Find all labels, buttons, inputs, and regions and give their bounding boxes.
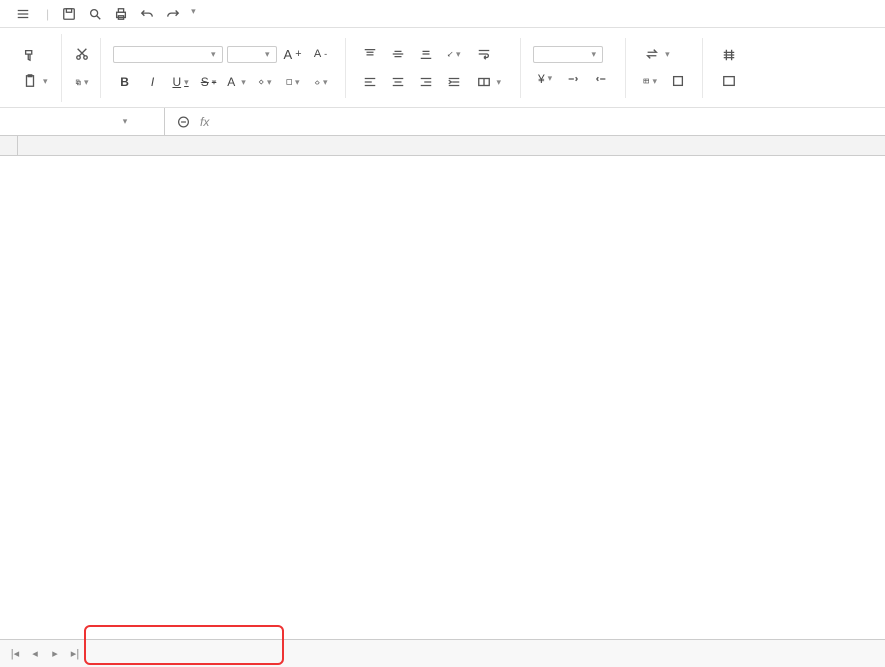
align-right-button[interactable] (414, 70, 438, 94)
align-center-button[interactable] (386, 70, 410, 94)
merge-button[interactable]: ▾ (470, 71, 509, 93)
number-format-select[interactable]: ▾ (533, 46, 603, 63)
print-icon[interactable] (113, 6, 129, 22)
cells-area[interactable] (18, 156, 885, 616)
align-top-button[interactable] (358, 42, 382, 66)
rowcol-button[interactable] (715, 44, 746, 66)
worksheet-button[interactable] (715, 70, 746, 92)
clear-format-button[interactable]: ▾ (309, 70, 333, 94)
wrap-text-button[interactable] (470, 43, 501, 65)
font-size-select[interactable]: ▾ (227, 46, 277, 63)
paste-button[interactable]: ▾ (16, 70, 55, 92)
indent-button[interactable] (442, 70, 466, 94)
scissors-icon (75, 47, 89, 61)
align-middle-button[interactable] (386, 42, 410, 66)
sheet-icon (722, 74, 736, 88)
strikethrough-button[interactable]: S▾ (197, 70, 221, 94)
name-box-dropdown[interactable]: ▾ (123, 116, 128, 127)
align-left-button[interactable] (358, 70, 382, 94)
convert-icon (645, 47, 659, 61)
border-icon (286, 75, 292, 89)
cell-reference-input[interactable] (37, 115, 117, 129)
column-headers (0, 136, 885, 156)
menu-bar: | ▾ (0, 0, 885, 28)
annotation-sheets (84, 625, 284, 665)
merge-icon (477, 75, 491, 89)
bold-button[interactable]: B (113, 70, 137, 94)
wrap-icon (477, 47, 491, 61)
sheet-nav-prev[interactable]: ◂ (26, 645, 44, 663)
font-name-select[interactable]: ▾ (113, 46, 223, 63)
formula-bar: ▾ fx (0, 108, 885, 136)
underline-button[interactable]: U▾ (169, 70, 193, 94)
clipboard-icon (23, 74, 37, 88)
formula-input[interactable] (219, 115, 873, 129)
decrease-font-button[interactable]: A- (309, 42, 333, 66)
menu-icon (16, 7, 30, 21)
decrease-decimal-button[interactable] (561, 67, 585, 91)
quick-access-toolbar: ▾ (53, 6, 204, 22)
fill-color-button[interactable]: ▾ (253, 70, 277, 94)
ribbon: ▾ ▾ ▾ ▾ A+ A- B I U▾ S▾ A▾ ▾ ▾ ▾ (0, 28, 885, 108)
format-painter-button[interactable] (16, 44, 55, 66)
spreadsheet-grid[interactable] (0, 136, 885, 616)
sheet-nav-first[interactable]: |◂ (6, 645, 24, 663)
print-preview-icon[interactable] (87, 6, 103, 22)
copy-button[interactable]: ▾ (70, 70, 94, 94)
select-all-corner[interactable] (0, 136, 18, 155)
align-bottom-button[interactable] (414, 42, 438, 66)
fx-icon[interactable]: fx (200, 115, 209, 129)
sheet-tab-bar: |◂ ◂ ▸ ▸| (0, 639, 885, 667)
increase-decimal-button[interactable] (589, 67, 613, 91)
save-icon[interactable] (61, 6, 77, 22)
increase-font-button[interactable]: A+ (281, 42, 305, 66)
sheet-nav-next[interactable]: ▸ (46, 645, 64, 663)
redo-icon[interactable] (165, 6, 181, 22)
currency-button[interactable]: ¥▾ (533, 67, 557, 91)
cancel-icon[interactable] (177, 115, 190, 129)
copy-icon (75, 75, 81, 89)
italic-button[interactable]: I (141, 70, 165, 94)
paintbrush-icon (23, 48, 37, 62)
border-button[interactable]: ▾ (281, 70, 305, 94)
table-style-button[interactable]: ▾ (638, 69, 662, 93)
undo-icon[interactable] (139, 6, 155, 22)
orientation-button[interactable]: ▾ (442, 42, 466, 66)
qat-dropdown[interactable]: ▾ (191, 6, 196, 22)
rowcol-icon (722, 48, 736, 62)
cell-style-button[interactable] (666, 69, 690, 93)
file-menu[interactable] (8, 3, 42, 25)
name-box[interactable]: ▾ (0, 108, 165, 135)
sheet-nav-last[interactable]: ▸| (66, 645, 84, 663)
font-color-button[interactable]: A▾ (225, 70, 249, 94)
bucket-icon (258, 75, 264, 89)
convert-button[interactable]: ▾ (638, 43, 677, 65)
cut-button[interactable] (70, 42, 94, 66)
eraser-icon (314, 75, 320, 89)
